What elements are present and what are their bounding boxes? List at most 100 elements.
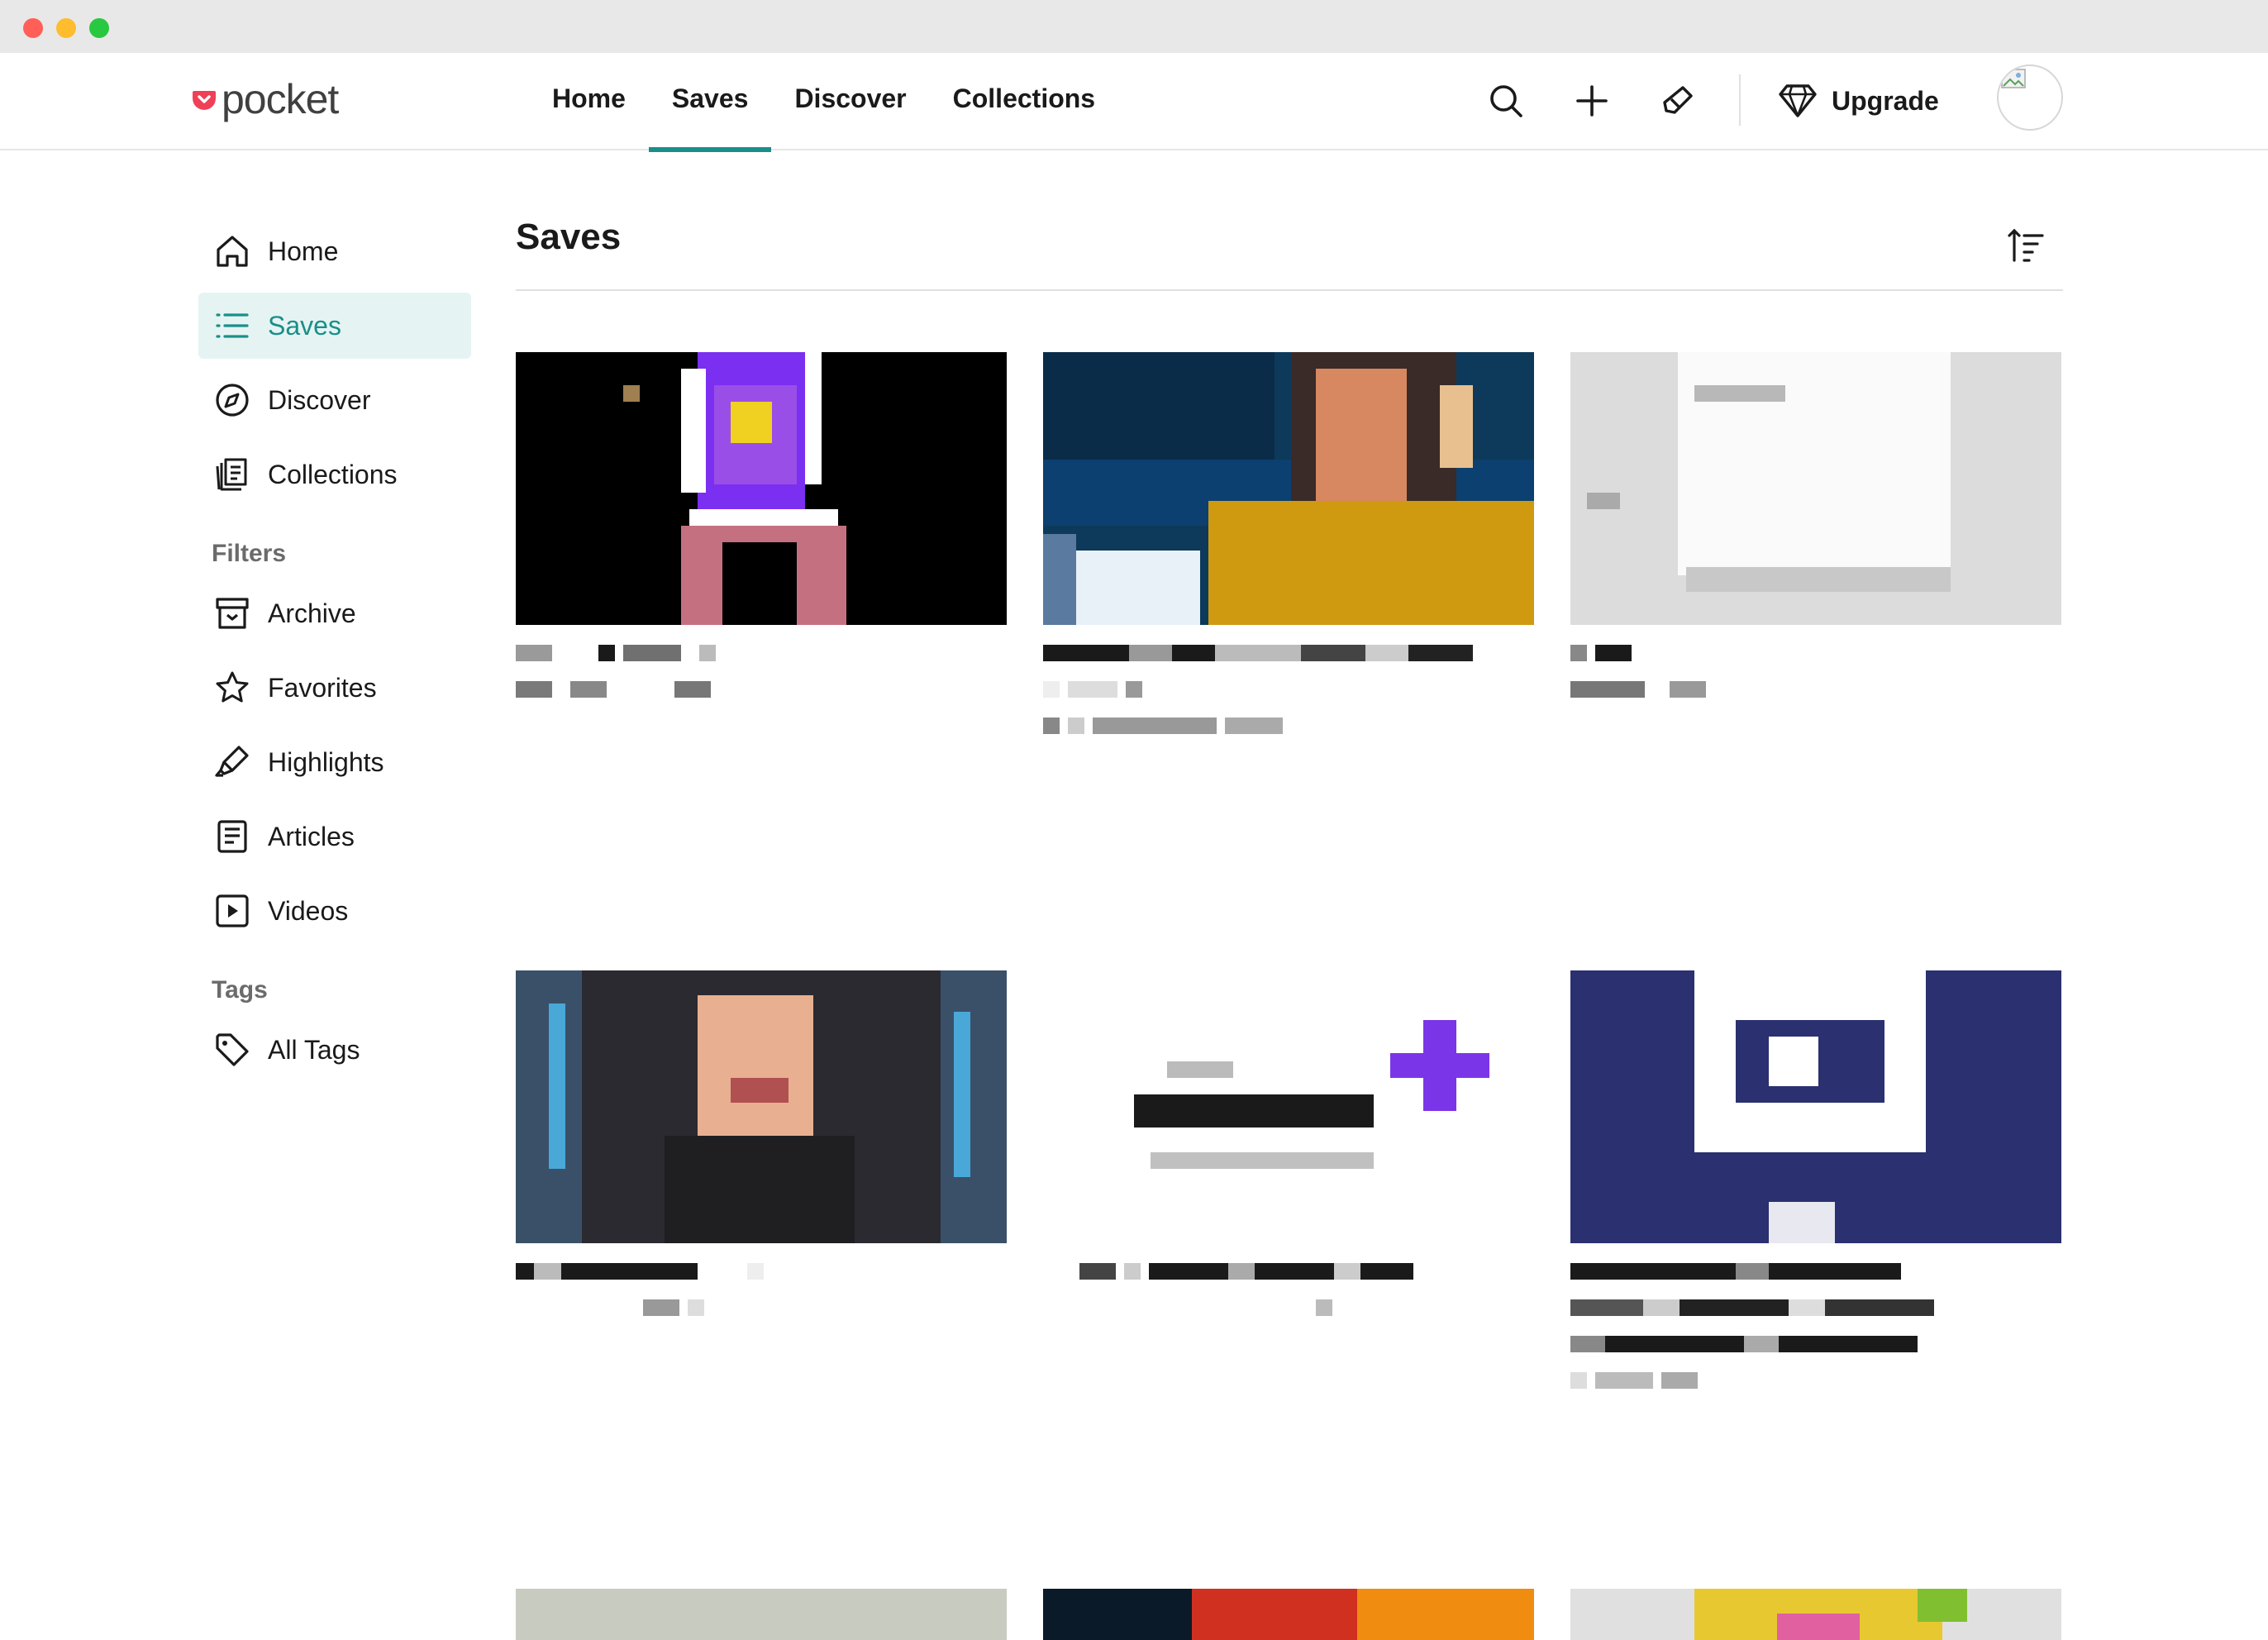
video-icon	[212, 890, 253, 932]
meta-placeholder	[1043, 718, 1534, 734]
sidebar-item-saves[interactable]: Saves	[198, 293, 471, 359]
saved-item-card[interactable]	[1043, 352, 1534, 734]
thumbnail-image	[516, 352, 1007, 625]
sidebar-item-discover[interactable]: Discover	[198, 367, 471, 433]
topnav-home[interactable]: Home	[529, 53, 649, 150]
collections-icon	[212, 454, 253, 495]
sidebar-item-collections[interactable]: Collections	[198, 441, 471, 508]
star-icon	[212, 667, 253, 708]
sidebar-item-articles[interactable]: Articles	[198, 803, 471, 870]
saved-item-card[interactable]	[1570, 352, 2061, 698]
meta-placeholder	[1043, 1299, 1534, 1316]
title-placeholder	[1043, 1263, 1534, 1280]
saved-item-card[interactable]	[516, 352, 1007, 698]
title-divider	[516, 289, 2063, 291]
sidebar-item-all-tags[interactable]: All Tags	[198, 1017, 471, 1083]
highlighter-icon	[212, 741, 253, 783]
archive-icon	[212, 593, 253, 634]
thumbnail-image	[1043, 970, 1534, 1243]
saved-item-card[interactable]	[516, 970, 1007, 1316]
meta-placeholder	[516, 1299, 1007, 1316]
compass-icon	[212, 379, 253, 421]
topnav-discover[interactable]: Discover	[771, 53, 929, 150]
meta-placeholder	[1570, 1372, 2061, 1389]
user-avatar[interactable]	[1997, 64, 2063, 131]
meta-placeholder	[1043, 681, 1534, 698]
article-icon	[212, 816, 253, 857]
sidebar-item-label: Discover	[268, 384, 371, 415]
top-nav: Home Saves Discover Collections	[529, 53, 1118, 152]
search-icon	[1490, 85, 1522, 117]
thumbnail-image	[516, 970, 1007, 1243]
diamond-icon	[1779, 84, 1817, 117]
meta-placeholder	[516, 681, 1007, 698]
top-navigation-bar: pocket Home Saves Discover Collections U…	[0, 53, 2268, 152]
sidebar-item-videos[interactable]: Videos	[198, 878, 471, 944]
item-thumbnail[interactable]	[516, 1589, 1007, 1640]
saved-item-card[interactable]	[1570, 970, 2061, 1389]
minimize-window-button[interactable]	[56, 18, 76, 38]
window-titlebar	[0, 0, 2268, 53]
tag-icon	[212, 1029, 253, 1070]
highlighter-icon	[1663, 86, 1693, 114]
saved-item-card[interactable]	[516, 1589, 1007, 1640]
item-thumbnail[interactable]	[1043, 352, 1534, 625]
add-icon	[1576, 85, 1608, 117]
browser-window: pocket Home Saves Discover Collections U…	[0, 0, 2268, 1640]
upgrade-label: Upgrade	[1832, 85, 1939, 116]
logo-text: pocket	[222, 76, 339, 122]
page-title: Saves	[516, 217, 622, 257]
title-placeholder	[1570, 1299, 2061, 1316]
item-thumbnail[interactable]	[516, 970, 1007, 1243]
pocket-logo[interactable]: pocket	[192, 74, 339, 124]
list-icon	[212, 305, 253, 346]
sidebar-item-highlights[interactable]: Highlights	[198, 729, 471, 795]
item-thumbnail[interactable]	[1043, 970, 1534, 1243]
filters-heading: Filters	[212, 540, 287, 567]
item-thumbnail[interactable]	[1043, 1589, 1534, 1640]
item-thumbnail[interactable]	[1570, 1589, 2061, 1640]
title-placeholder	[1570, 1336, 2061, 1352]
broken-image-icon	[2001, 69, 2026, 88]
sidebar-item-label: Archive	[268, 598, 356, 628]
sidebar-item-label: Videos	[268, 895, 349, 926]
sidebar-item-label: Saves	[268, 310, 341, 341]
title-placeholder	[1043, 645, 1534, 661]
saved-item-card[interactable]	[1570, 1589, 2061, 1640]
title-placeholder	[516, 645, 1007, 661]
sidebar-item-label: Home	[268, 236, 339, 266]
title-placeholder	[516, 1263, 1007, 1280]
sidebar-item-home[interactable]: Home	[198, 218, 471, 284]
sort-icon	[2008, 228, 2044, 262]
title-placeholder	[1570, 1263, 2061, 1280]
add-button[interactable]	[1567, 76, 1617, 126]
toolbar-divider	[1739, 74, 1741, 126]
thumbnail-image	[1043, 1589, 1534, 1640]
saved-item-card[interactable]	[1043, 1589, 1534, 1640]
item-thumbnail[interactable]	[1570, 352, 2061, 625]
maximize-window-button[interactable]	[89, 18, 109, 38]
close-window-button[interactable]	[23, 18, 43, 38]
saved-item-card[interactable]	[1043, 970, 1534, 1316]
topnav-saves[interactable]: Saves	[648, 53, 772, 152]
item-thumbnail[interactable]	[516, 352, 1007, 625]
sort-button[interactable]	[2000, 220, 2051, 271]
home-icon	[212, 231, 253, 272]
thumbnail-image	[516, 1589, 1007, 1640]
topnav-collections[interactable]: Collections	[930, 53, 1118, 150]
thumbnail-image	[1570, 352, 2061, 625]
tags-heading: Tags	[212, 976, 268, 1004]
sidebar-item-label: Collections	[268, 459, 398, 489]
sidebar-item-archive[interactable]: Archive	[198, 580, 471, 646]
upgrade-button[interactable]: Upgrade	[1779, 76, 1939, 126]
sidebar-item-label: All Tags	[268, 1034, 360, 1065]
sidebar-item-favorites[interactable]: Favorites	[198, 655, 471, 721]
item-thumbnail[interactable]	[1570, 970, 2061, 1243]
sidebar: Home Saves Discover Collections Filters …	[198, 218, 471, 1091]
sidebar-item-label: Favorites	[268, 672, 377, 703]
sidebar-item-label: Highlights	[268, 746, 384, 777]
search-button[interactable]	[1481, 76, 1531, 126]
title-placeholder	[1570, 645, 2061, 661]
highlights-button[interactable]	[1653, 76, 1703, 126]
pocket-logo-icon	[193, 91, 216, 110]
